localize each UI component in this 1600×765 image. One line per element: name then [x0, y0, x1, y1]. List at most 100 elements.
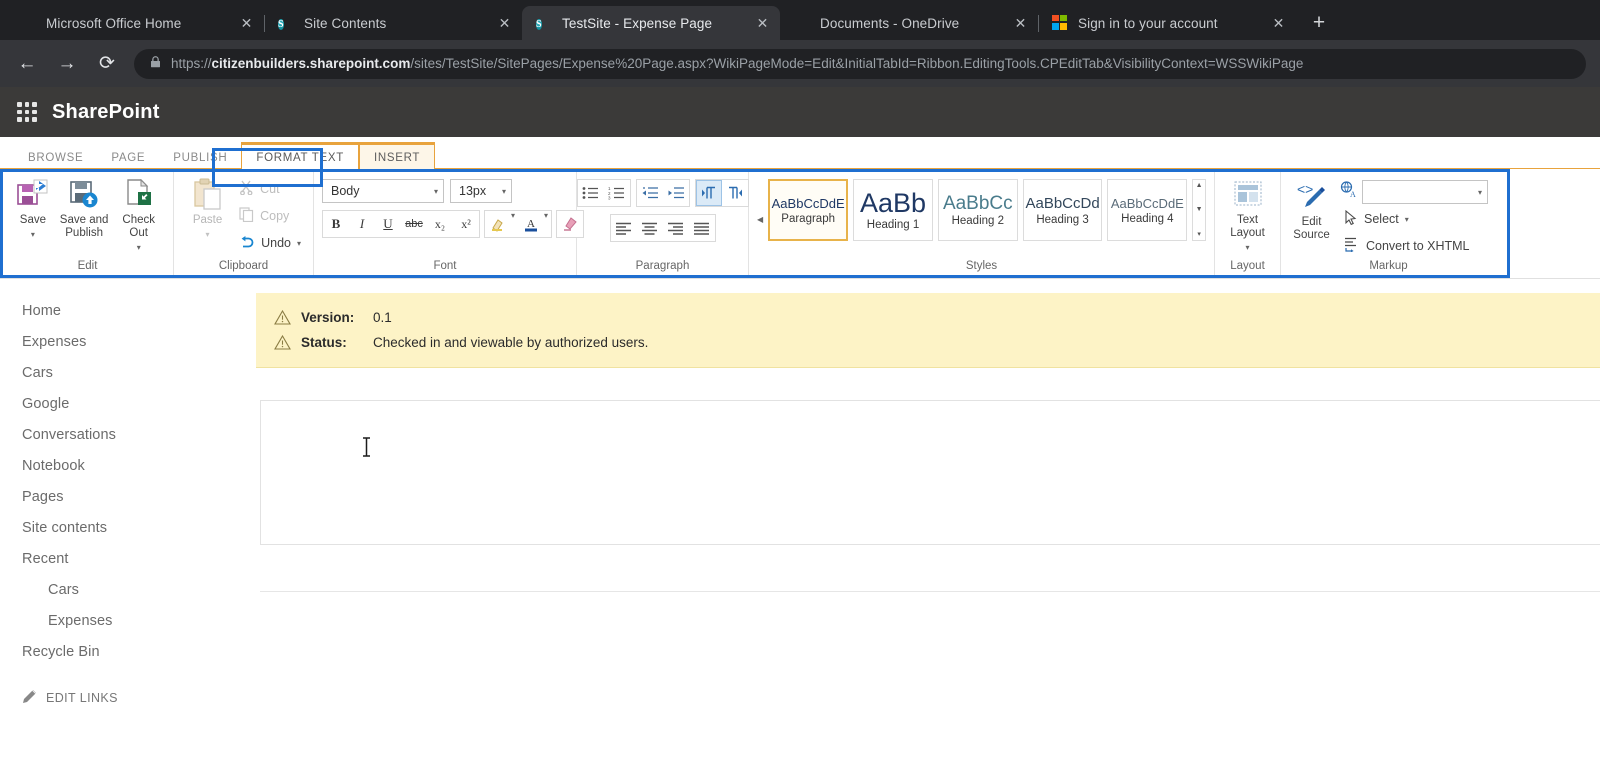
style-card-heading-1[interactable]: AaBb Heading 1 [853, 179, 933, 241]
browser-tab-title: Site Contents [304, 15, 387, 31]
sidebar-item-conversations[interactable]: Conversations [22, 419, 256, 450]
save-and-publish-button[interactable]: Save and Publish [58, 175, 111, 240]
reload-icon[interactable]: ⟳ [94, 51, 120, 77]
font-family-select[interactable]: Body ▾ [322, 179, 444, 203]
copy-button[interactable]: Copy [235, 204, 305, 228]
browser-tab[interactable]: S Site Contents ✕ [264, 6, 523, 40]
align-center-icon[interactable] [637, 215, 663, 241]
rtl-direction-icon[interactable] [722, 180, 748, 206]
ribbon-tab-insert[interactable]: INSERT [358, 142, 436, 172]
edit-source-label: Edit Source [1293, 216, 1330, 242]
save-button[interactable]: Save ▾ [10, 175, 56, 239]
chevron-down-icon[interactable]: ▾ [1405, 215, 1409, 224]
sharepoint-brand[interactable]: SharePoint [52, 101, 160, 124]
chevron-down-icon[interactable]: ▾ [544, 211, 551, 237]
font-color-icon[interactable]: A [518, 211, 544, 237]
styles-scroll-left-icon[interactable]: ◀ [757, 215, 763, 224]
superscript-icon[interactable]: x² [453, 211, 479, 237]
decrease-indent-icon[interactable] [637, 180, 663, 206]
align-left-icon[interactable] [611, 215, 637, 241]
chevron-down-icon[interactable]: ▾ [1478, 188, 1482, 197]
scroll-down-icon[interactable]: ▼ [1196, 206, 1203, 213]
back-icon[interactable]: ← [14, 51, 40, 77]
style-card-paragraph[interactable]: AaBbCcDdE Paragraph [768, 179, 849, 241]
check-out-icon [125, 177, 153, 211]
check-out-button[interactable]: Check Out ▾ [112, 175, 165, 253]
chevron-down-icon[interactable]: ▾ [1245, 243, 1249, 252]
close-icon[interactable]: ✕ [1011, 14, 1030, 33]
language-select[interactable]: ▾ [1362, 180, 1488, 204]
chevron-down-icon[interactable]: ▾ [206, 230, 210, 239]
undo-button[interactable]: Undo ▾ [235, 231, 305, 255]
convert-to-xhtml-button[interactable]: Convert to XHTML [1340, 234, 1488, 258]
select-button[interactable]: Select ▾ [1340, 207, 1488, 231]
ribbon: BROWSE PAGE PUBLISH FORMAT TEXT INSERT S… [0, 137, 1600, 279]
sidebar-item-cars[interactable]: Cars [22, 357, 256, 388]
close-icon[interactable]: ✕ [753, 14, 772, 33]
italic-icon[interactable]: I [349, 211, 375, 237]
style-card-heading-4[interactable]: AaBbCcDdE Heading 4 [1107, 179, 1188, 241]
bulleted-list-icon[interactable] [578, 180, 604, 206]
text-layout-button[interactable]: Text Layout ▾ [1223, 175, 1272, 253]
chevron-down-icon[interactable]: ▾ [502, 187, 506, 196]
sidebar-item-recent-expenses[interactable]: Expenses [22, 605, 256, 636]
cut-button[interactable]: Cut [235, 177, 305, 201]
ltr-direction-icon[interactable] [695, 180, 722, 206]
address-bar[interactable]: https://citizenbuilders.sharepoint.com/s… [134, 48, 1586, 79]
sidebar-item-site-contents[interactable]: Site contents [22, 512, 256, 543]
styles-gallery-scrollbar[interactable]: ▲ ▼ ▾ [1192, 179, 1206, 241]
sidebar-item-expenses[interactable]: Expenses [22, 326, 256, 357]
ribbon-tab-format-text[interactable]: FORMAT TEXT [241, 142, 359, 172]
paste-button[interactable]: Paste ▾ [188, 175, 227, 239]
edit-links-button[interactable]: EDIT LINKS [22, 689, 256, 707]
check-out-label: Check Out [122, 214, 155, 240]
chevron-down-icon[interactable]: ▾ [297, 239, 301, 248]
ribbon-tab-publish[interactable]: PUBLISH [159, 144, 241, 172]
cut-label: Cut [260, 182, 280, 196]
style-card-heading-3[interactable]: AaBbCcDd Heading 3 [1022, 179, 1103, 241]
style-sample: AaBbCcDdE [771, 195, 845, 211]
chevron-down-icon[interactable]: ▾ [511, 211, 518, 237]
sidebar-item-pages[interactable]: Pages [22, 481, 256, 512]
strikethrough-icon[interactable]: abc [401, 211, 427, 237]
close-icon[interactable]: ✕ [1269, 14, 1288, 33]
sidebar-item-google[interactable]: Google [22, 388, 256, 419]
forward-icon[interactable]: → [54, 51, 80, 77]
align-justify-icon[interactable] [689, 215, 715, 241]
chevron-down-icon[interactable]: ▾ [31, 230, 35, 239]
edit-source-button[interactable]: <> Edit Source [1289, 177, 1334, 242]
style-card-heading-2[interactable]: AaBbCc Heading 2 [937, 179, 1018, 241]
browser-tab[interactable]: Sign in to your account ✕ [1038, 6, 1296, 40]
wiki-content-editor[interactable] [260, 400, 1600, 545]
chevron-down-icon[interactable]: ▾ [434, 187, 438, 196]
sidebar-item-recent[interactable]: Recent [22, 543, 256, 574]
sidebar-item-recent-cars[interactable]: Cars [22, 574, 256, 605]
increase-indent-icon[interactable] [663, 180, 689, 206]
warning-icon [274, 310, 291, 325]
numbered-list-icon[interactable]: 123 [604, 180, 630, 206]
subscript-icon[interactable]: x₂ [427, 211, 453, 237]
browser-tab[interactable]: Microsoft Office Home ✕ [6, 6, 265, 40]
warning-icon [274, 335, 291, 350]
browser-tab[interactable]: Documents - OneDrive ✕ [780, 6, 1039, 40]
ribbon-tab-page[interactable]: PAGE [97, 144, 159, 172]
text-highlight-icon[interactable] [485, 211, 511, 237]
scroll-up-icon[interactable]: ▲ [1196, 182, 1203, 189]
chevron-down-icon[interactable]: ▾ [137, 243, 141, 252]
lock-icon [150, 56, 161, 71]
underline-icon[interactable]: U [375, 211, 401, 237]
font-size-select[interactable]: 13px ▾ [450, 179, 512, 203]
browser-tab-active[interactable]: S TestSite - Expense Page ✕ [522, 6, 780, 40]
font-family-value: Body [331, 184, 360, 198]
new-tab-button[interactable]: + [1302, 6, 1336, 40]
sidebar-item-notebook[interactable]: Notebook [22, 450, 256, 481]
align-right-icon[interactable] [663, 215, 689, 241]
close-icon[interactable]: ✕ [237, 14, 256, 33]
styles-more-icon[interactable]: ▾ [1197, 230, 1201, 238]
app-launcher-icon[interactable] [16, 101, 38, 123]
ribbon-tab-browse[interactable]: BROWSE [14, 144, 97, 172]
sidebar-item-home[interactable]: Home [22, 295, 256, 326]
sidebar-item-recycle-bin[interactable]: Recycle Bin [22, 636, 256, 667]
bold-icon[interactable]: B [323, 211, 349, 237]
close-icon[interactable]: ✕ [495, 14, 514, 33]
